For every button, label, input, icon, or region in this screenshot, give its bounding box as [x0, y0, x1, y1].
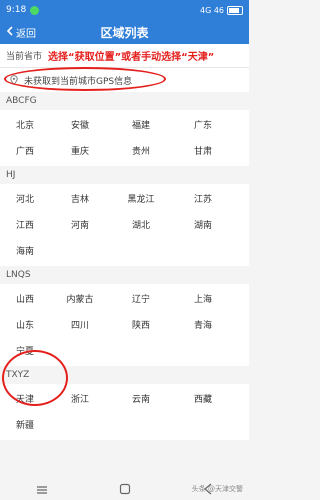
- province-item[interactable]: 黑龙江: [116, 192, 166, 205]
- province-item[interactable]: 内蒙古: [55, 292, 105, 305]
- back-button[interactable]: 返回: [0, 25, 36, 40]
- wechat-icon: [30, 5, 40, 15]
- province-item[interactable]: 贵州: [116, 144, 166, 157]
- province-item[interactable]: 浙江: [55, 392, 105, 405]
- province-item[interactable]: 新疆: [0, 418, 50, 431]
- group-body: 北京 安徽 福建 广东广西 重庆 贵州 甘肃: [0, 110, 249, 166]
- province-item[interactable]: 广东: [178, 118, 228, 131]
- province-item[interactable]: 上海: [178, 292, 228, 305]
- province-item[interactable]: 北京: [0, 118, 50, 131]
- province-item[interactable]: 云南: [116, 392, 166, 405]
- province-item[interactable]: 辽宁: [116, 292, 166, 305]
- group-header: ABCFG: [0, 92, 249, 110]
- province-item[interactable]: 河南: [55, 218, 105, 231]
- current-province-row: 当前省市 选择“获取位置”或者手动选择“天津”: [0, 44, 249, 68]
- province-item[interactable]: 河北: [0, 192, 50, 205]
- province-item[interactable]: 山西: [0, 292, 50, 305]
- province-item[interactable]: 山东: [0, 318, 50, 331]
- group-header: TXYZ: [0, 366, 249, 384]
- status-right: 4G 46: [199, 5, 243, 15]
- back-label: 返回: [16, 28, 36, 40]
- province-item[interactable]: 西藏: [178, 392, 228, 405]
- province-item[interactable]: 湖北: [116, 218, 166, 231]
- province-item[interactable]: 陕西: [116, 318, 166, 331]
- group-header: LNQS: [0, 266, 249, 284]
- province-item[interactable]: 甘肃: [178, 144, 228, 157]
- group-body: 天津 浙江 云南 西藏新疆: [0, 384, 249, 440]
- province-item[interactable]: 吉林: [55, 192, 105, 205]
- nav-bar: 返回 区域列表: [0, 20, 249, 44]
- status-time: 9:18: [6, 5, 27, 15]
- chevron-left-icon: [6, 25, 14, 39]
- province-item[interactable]: 青海: [178, 318, 228, 331]
- home-square-icon[interactable]: [119, 480, 131, 499]
- province-item[interactable]: 安徽: [55, 118, 105, 131]
- status-left: 9:18: [6, 5, 40, 15]
- province-item[interactable]: 重庆: [55, 144, 105, 157]
- signal-text: 4G 46: [199, 5, 224, 15]
- province-item[interactable]: 江西: [0, 218, 50, 231]
- page-title: 区域列表: [100, 25, 149, 40]
- status-bar: 9:18 4G 46: [0, 0, 249, 20]
- battery-icon: [227, 5, 243, 15]
- gps-status-text: 未获取到当前城市GPS信息: [24, 76, 133, 87]
- location-pin-icon: [10, 75, 18, 85]
- gps-location-button[interactable]: 未获取到当前城市GPS信息: [0, 68, 249, 92]
- group-header: HJ: [0, 166, 249, 184]
- province-item[interactable]: 广西: [0, 144, 50, 157]
- province-item[interactable]: 四川: [55, 318, 105, 331]
- province-item[interactable]: 海南: [0, 244, 50, 257]
- group-body: 河北 吉林 黑龙江 江苏江西 河南 湖北 湖南海南: [0, 184, 249, 266]
- group-body: 山西 内蒙古 辽宁 上海山东 四川 陕西 青海宁夏: [0, 284, 249, 366]
- province-item[interactable]: 宁夏: [0, 344, 50, 357]
- province-item[interactable]: 江苏: [178, 192, 228, 205]
- province-item[interactable]: 福建: [116, 118, 166, 131]
- province-item[interactable]: 天津: [0, 392, 50, 405]
- battery-fill: [229, 7, 239, 13]
- current-province-label: 当前省市: [6, 52, 43, 62]
- watermark: 头条 @天津交警: [191, 485, 243, 493]
- instruction-annotation: 选择“获取位置”或者手动选择“天津”: [48, 52, 215, 63]
- province-item[interactable]: 湖南: [178, 218, 228, 231]
- menu-icon[interactable]: [36, 480, 48, 499]
